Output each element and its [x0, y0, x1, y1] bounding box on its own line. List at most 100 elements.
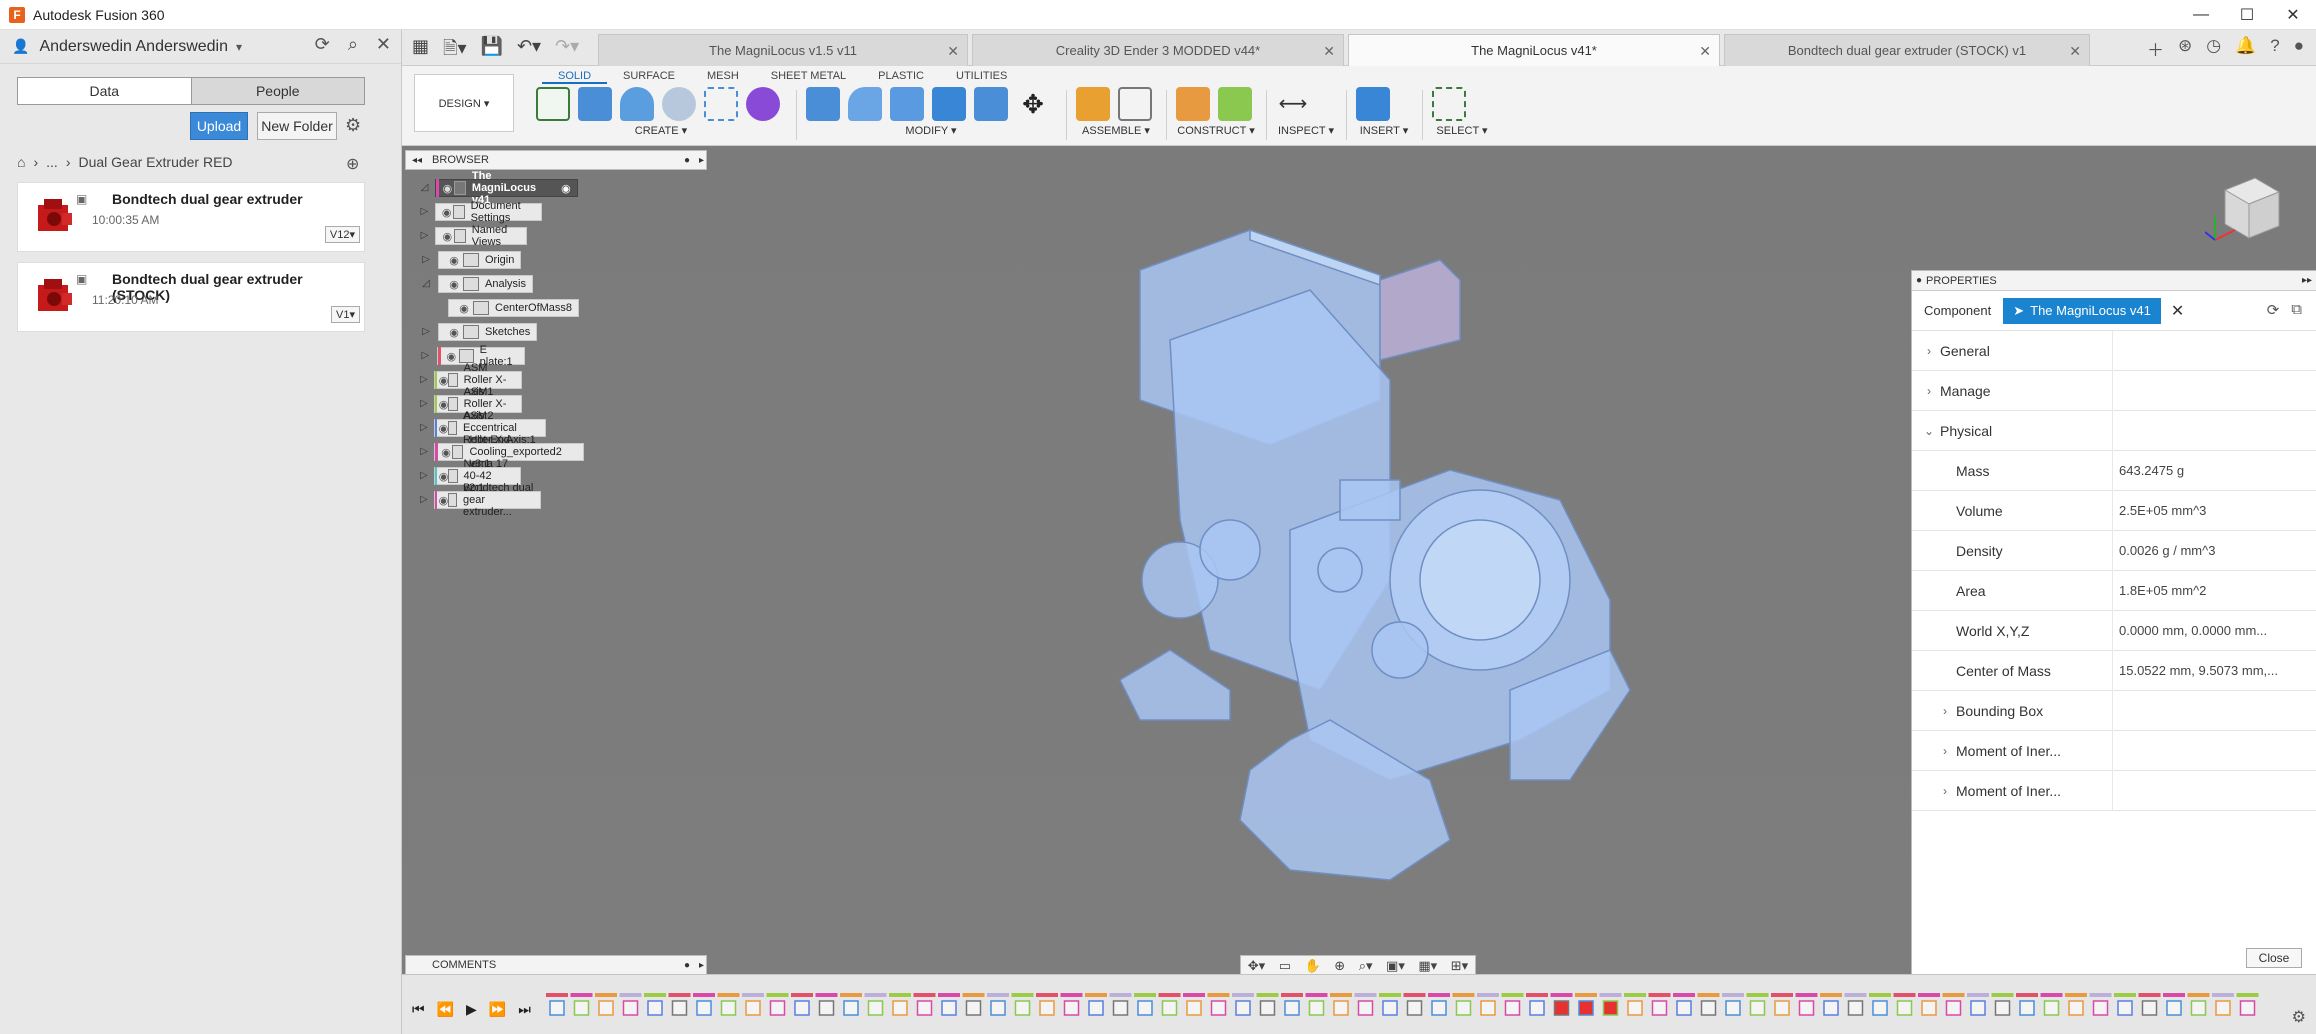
expand-panel-icon[interactable]: ▸	[699, 155, 704, 166]
browser-options-icon[interactable]: ●	[684, 155, 690, 166]
look-at-icon[interactable]: ▭	[1279, 958, 1291, 974]
version-badge[interactable]: V12▾	[324, 226, 360, 243]
eye-icon[interactable]: ◉	[440, 206, 453, 219]
step-forward-icon[interactable]: ⏩	[489, 1001, 506, 1018]
browser-root-node[interactable]: ◿ ◉ The MagniLocus v41 ◉	[420, 170, 578, 206]
tab-solid[interactable]: SOLID	[542, 68, 608, 84]
timeline-feature-icon[interactable]	[2043, 1000, 2060, 1016]
chevron-down-icon[interactable]: ▾	[236, 40, 242, 54]
collapse-triangle-icon[interactable]: ◿	[420, 278, 432, 290]
timeline-feature-icon[interactable]	[2019, 1000, 2035, 1016]
timeline-feature-icon[interactable]	[671, 1000, 688, 1016]
browser-node[interactable]: ▷ ◉ Bondtech dual gear extruder...	[420, 482, 541, 518]
zoom-icon[interactable]: ⊕	[1334, 958, 1345, 974]
pan-icon[interactable]: ✋	[1305, 958, 1321, 974]
timeline-feature-icon[interactable]	[1725, 1000, 1741, 1016]
gear-icon[interactable]: ⚙	[345, 115, 361, 136]
press-pull-icon[interactable]	[806, 87, 840, 121]
inspect-menu[interactable]: INSPECT ▾	[1276, 124, 1336, 137]
file-card[interactable]: ▣ Bondtech dual gear extruder 10:00:35 A…	[17, 182, 365, 252]
timeline-feature-icon[interactable]	[1210, 1000, 1227, 1016]
combine-icon[interactable]	[974, 87, 1008, 121]
select-icon[interactable]	[1432, 87, 1466, 121]
tab-utilities[interactable]: UTILITIES	[940, 68, 1023, 84]
construct-menu[interactable]: CONSTRUCT ▾	[1176, 124, 1256, 137]
timeline-feature-icon[interactable]	[1994, 1000, 2011, 1016]
eye-icon[interactable]: ◉	[455, 302, 473, 315]
activate-radio-icon[interactable]: ◉	[561, 182, 571, 195]
browser-node[interactable]: ▷ ◉ Origin	[420, 250, 522, 270]
timeline-feature-icon[interactable]	[1382, 1000, 1398, 1016]
timeline-feature-icon[interactable]	[965, 1000, 982, 1016]
chevron-right-icon[interactable]: ›	[1934, 784, 1956, 798]
close-tab-icon[interactable]: ✕	[947, 43, 959, 60]
timeline-feature-icon[interactable]	[1921, 1000, 1937, 1016]
timeline-feature-icon[interactable]	[1529, 1000, 1545, 1016]
chevron-right-icon[interactable]: ›	[1918, 344, 1940, 358]
timeline-feature-icon[interactable]	[990, 1000, 1006, 1016]
timeline-feature-icon[interactable]	[1455, 1000, 1472, 1016]
timeline-feature-icon[interactable]	[1872, 1000, 1888, 1016]
timeline-feature-icon[interactable]	[2092, 1000, 2109, 1016]
timeline-feature-icon[interactable]	[2117, 1000, 2133, 1016]
close-tab-icon[interactable]: ✕	[1699, 43, 1711, 60]
tab-plastic[interactable]: PLASTIC	[862, 68, 940, 84]
timeline-feature-icon[interactable]	[1235, 1000, 1251, 1016]
viewcube[interactable]	[2205, 170, 2285, 250]
fit-icon[interactable]: ⌕▾	[1359, 958, 1373, 974]
timeline-feature-icon[interactable]	[1578, 1000, 1594, 1016]
timeline-feature-icon[interactable]	[1112, 1000, 1129, 1016]
property-subsection[interactable]: › Bounding Box	[1912, 691, 2316, 731]
timeline-feature-icon[interactable]	[2141, 1000, 2158, 1016]
browser-node[interactable]: ◉ CenterOfMass8	[448, 298, 580, 318]
eye-icon[interactable]: ◉	[445, 278, 463, 291]
browser-node[interactable]: ▷ ◉ Sketches	[420, 322, 538, 342]
timeline-feature-icon[interactable]	[2166, 1000, 2182, 1016]
version-badge[interactable]: V1▾	[331, 306, 360, 323]
timeline-feature-icon[interactable]	[892, 1000, 908, 1016]
expand-triangle-icon[interactable]: ▷	[420, 374, 428, 386]
timeline-feature-icon[interactable]	[1553, 1000, 1570, 1016]
panel-grip-icon[interactable]: ●	[1916, 275, 1922, 286]
timeline-features[interactable]	[546, 993, 2266, 1023]
expand-triangle-icon[interactable]: ▷	[420, 350, 431, 362]
insert-image-icon[interactable]	[1356, 87, 1390, 121]
timeline-feature-icon[interactable]	[794, 1000, 810, 1016]
expand-panel-icon[interactable]: ▸▸	[2302, 275, 2312, 286]
timeline-feature-icon[interactable]	[622, 1000, 639, 1016]
property-section[interactable]: › Manage	[1912, 371, 2316, 411]
timeline-feature-icon[interactable]	[941, 1000, 957, 1016]
timeline-feature-icon[interactable]	[1259, 1000, 1276, 1016]
minimize-button[interactable]: —	[2178, 0, 2224, 30]
timeline-feature-icon[interactable]	[1014, 1000, 1031, 1016]
orbit-icon[interactable]: ✥▾	[1248, 958, 1265, 974]
clear-selection-icon[interactable]: ✕	[2171, 301, 2184, 321]
hole-icon[interactable]	[662, 87, 696, 121]
timeline-feature-icon[interactable]	[745, 1000, 761, 1016]
pattern-icon[interactable]	[704, 87, 738, 121]
midplane-icon[interactable]	[1218, 87, 1252, 121]
timeline-feature-icon[interactable]	[1970, 1000, 1986, 1016]
close-button[interactable]: Close	[2246, 948, 2302, 968]
timeline-feature-icon[interactable]	[1088, 1000, 1104, 1016]
refresh-icon[interactable]: ⟳	[315, 34, 330, 55]
search-icon[interactable]: ⌕	[348, 34, 358, 55]
tab-people[interactable]: People	[190, 78, 364, 104]
expand-triangle-icon[interactable]: ▷	[420, 494, 428, 506]
user-name[interactable]: Anderswedin Anderswedin	[39, 38, 228, 56]
timeline-feature-icon[interactable]	[696, 1000, 712, 1016]
expand-triangle-icon[interactable]: ▷	[420, 398, 428, 410]
eye-icon[interactable]: ◉	[439, 470, 449, 483]
tab-mesh[interactable]: MESH	[691, 68, 755, 84]
new-folder-button[interactable]: New Folder	[257, 112, 337, 140]
insert-menu[interactable]: INSERT ▾	[1356, 124, 1412, 137]
timeline-feature-icon[interactable]	[769, 1000, 786, 1016]
collapse-triangle-icon[interactable]: ◿	[420, 182, 429, 194]
move-icon[interactable]: ✥	[1016, 87, 1050, 121]
grid-menu-icon[interactable]: ▦	[412, 36, 429, 66]
chevron-right-icon[interactable]: ›	[1934, 744, 1956, 758]
go-to-end-icon[interactable]: ⏭	[518, 1001, 531, 1018]
comments-panel[interactable]: COMMENTS ● ▸	[405, 955, 707, 975]
new-component-icon[interactable]	[1076, 87, 1110, 121]
step-back-icon[interactable]: ⏪	[437, 1001, 454, 1018]
